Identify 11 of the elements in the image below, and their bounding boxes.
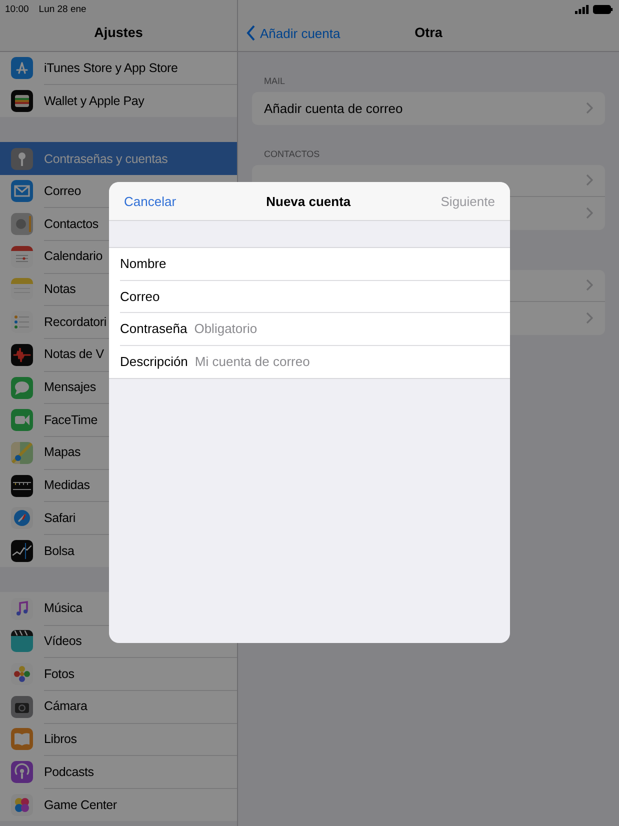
field-label: Descripción [120,354,188,370]
field-label: Correo [120,288,160,304]
section-header: CONTACTOS [264,148,320,158]
modal-title: Nueva cuenta [266,194,351,208]
page-title: Otra [414,24,442,40]
sidebar-title: Ajustes [94,24,143,40]
section-header: MAIL [264,76,286,86]
field-label: Nombre [120,256,166,272]
status-time: 10:00 [5,4,29,14]
status-date: Lun 28 ene [38,4,86,14]
field-label: Contraseña [120,321,188,336]
